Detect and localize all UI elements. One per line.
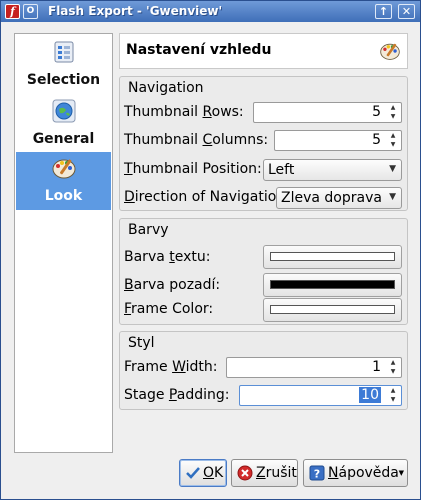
- button-label: OK: [203, 465, 224, 481]
- spin-up-icon[interactable]: ▲: [386, 359, 400, 367]
- thumbnail-position-select[interactable]: Left ▼: [263, 159, 402, 181]
- sidebar-item-label: Selection: [26, 72, 101, 88]
- flash-export-dialog: f O Flash Export - 'Gwenview' ↑ ✕ Select…: [0, 0, 421, 500]
- spinbox-value: 5: [372, 132, 381, 148]
- sidebar-item-general[interactable]: General: [16, 95, 111, 153]
- spin-up-icon[interactable]: ▲: [386, 132, 400, 140]
- page-title: Nastavení vzhledu: [126, 42, 272, 58]
- paint-palette-icon: [380, 43, 400, 60]
- button-label: Zrušit: [256, 465, 297, 481]
- minimize-button[interactable]: ↑: [375, 4, 392, 19]
- window-title: Flash Export - 'Gwenview': [48, 4, 223, 18]
- color-swatch: [270, 305, 395, 314]
- background-color-button[interactable]: [263, 273, 402, 297]
- direction-label: Direction of Navigation:: [124, 189, 290, 205]
- paint-palette-icon: [52, 159, 76, 179]
- spin-up-icon[interactable]: ▲: [386, 387, 400, 395]
- spinbox-value: 1: [372, 359, 381, 375]
- frame-width-label: Frame Width:: [124, 359, 218, 375]
- help-button[interactable]: ? Nápověda ▼: [303, 459, 408, 487]
- stage-padding-label: Stage Padding:: [124, 387, 230, 403]
- page-header: Nastavení vzhledu: [119, 33, 408, 69]
- spin-down-icon[interactable]: ▼: [386, 368, 400, 376]
- spinbox-value: 5: [372, 104, 381, 120]
- flash-app-icon[interactable]: f: [5, 4, 20, 19]
- select-value: Left: [268, 162, 295, 178]
- thumbnail-columns-label: Thumbnail Columns:: [124, 132, 269, 148]
- spin-down-icon[interactable]: ▼: [386, 113, 400, 121]
- cancel-icon: [237, 465, 253, 481]
- chevron-down-icon: ▼: [389, 192, 396, 202]
- page-list-sidebar: Selection General Look: [14, 33, 113, 453]
- direction-select[interactable]: Zleva doprava ▼: [276, 187, 402, 209]
- cancel-button[interactable]: Zrušit: [231, 459, 298, 487]
- thumbnail-rows-spinbox[interactable]: 5 ▲ ▼: [253, 102, 402, 123]
- checkmark-icon: [186, 467, 200, 479]
- navigation-group: Navigation Thumbnail Rows: 5 ▲ ▼ Thumbna…: [119, 76, 408, 211]
- sidebar-item-label: General: [32, 131, 95, 147]
- frame-color-button[interactable]: [263, 298, 402, 322]
- select-value: Zleva doprava: [281, 190, 382, 206]
- thumbnail-columns-spinbox[interactable]: 5 ▲ ▼: [274, 130, 402, 151]
- text-color-label: Barva textu:: [124, 249, 211, 265]
- close-button[interactable]: ✕: [398, 4, 415, 19]
- chevron-down-icon: ▼: [389, 164, 396, 174]
- spinbox-value: 10: [359, 387, 381, 403]
- sidebar-item-selection[interactable]: Selection: [16, 36, 111, 94]
- spin-up-icon[interactable]: ▲: [386, 104, 400, 112]
- background-color-label: Barva pozadí:: [124, 277, 221, 293]
- thumbnail-rows-label: Thumbnail Rows:: [124, 104, 244, 120]
- button-label: Nápověda: [328, 465, 399, 481]
- globe-icon: [52, 99, 76, 123]
- spin-arrows[interactable]: ▲ ▼: [386, 132, 400, 149]
- sidebar-item-look[interactable]: Look: [16, 152, 111, 210]
- spin-arrows[interactable]: ▲ ▼: [386, 104, 400, 121]
- style-group: Styl Frame Width: 1 ▲ ▼ Stage Padding: 1…: [119, 331, 408, 410]
- spin-down-icon[interactable]: ▼: [386, 141, 400, 149]
- group-title: Styl: [128, 335, 155, 351]
- color-swatch: [270, 252, 395, 261]
- thumbnail-position-label: Thumbnail Position:: [124, 161, 262, 177]
- help-icon: ?: [309, 465, 325, 481]
- ok-button[interactable]: OK: [179, 459, 227, 487]
- stage-padding-spinbox[interactable]: 10 ▲ ▼: [239, 385, 402, 406]
- svg-text:?: ?: [314, 468, 320, 481]
- selection-list-icon: [54, 41, 74, 63]
- title-bar[interactable]: f O Flash Export - 'Gwenview' ↑ ✕: [1, 1, 420, 22]
- color-swatch: [270, 280, 395, 289]
- sidebar-item-label: Look: [44, 188, 83, 204]
- spin-arrows[interactable]: ▲ ▼: [386, 359, 400, 376]
- colors-group: Barvy Barva textu: Barva pozadí: Frame C…: [119, 218, 408, 325]
- window-menu-button[interactable]: O: [23, 4, 38, 19]
- frame-color-label: Frame Color:: [124, 301, 214, 317]
- spin-arrows[interactable]: ▲ ▼: [386, 387, 400, 404]
- frame-width-spinbox[interactable]: 1 ▲ ▼: [226, 357, 402, 378]
- spin-down-icon[interactable]: ▼: [386, 396, 400, 404]
- group-title: Navigation: [128, 80, 204, 96]
- dropdown-arrow-icon: ▼: [398, 469, 404, 477]
- text-color-button[interactable]: [263, 245, 402, 269]
- group-title: Barvy: [128, 222, 169, 238]
